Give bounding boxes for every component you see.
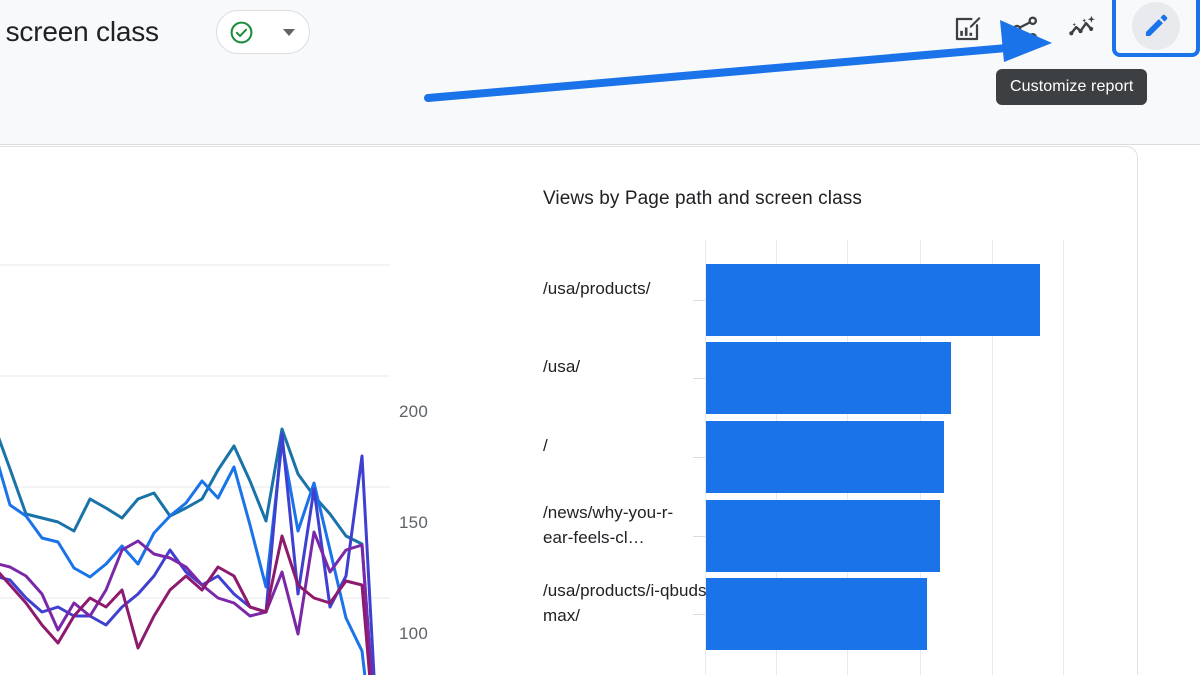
bar[interactable] bbox=[706, 578, 927, 650]
tooltip-customize-report: Customize report bbox=[996, 69, 1148, 105]
line-chart-panel: s 200 150 100 50 bbox=[0, 147, 470, 675]
bar-chart-plot: /usa/products/ /usa/ / /news/why-you‑r-e… bbox=[540, 240, 1100, 675]
bar-label: /usa/ bbox=[543, 357, 581, 376]
bar-tick bbox=[693, 300, 705, 301]
y-axis-tick-100: 100 bbox=[399, 624, 428, 643]
bar-tick bbox=[693, 536, 705, 537]
page-title: l screen class bbox=[0, 16, 159, 47]
bar-chart-panel: Views by Page path and screen class /usa… bbox=[540, 180, 1100, 675]
bar-label: / bbox=[543, 436, 548, 455]
chevron-down-icon[interactable] bbox=[283, 28, 295, 36]
bar-tick bbox=[693, 457, 705, 458]
customize-report-button[interactable] bbox=[1112, 0, 1200, 59]
bar-label: /news/why-you‑r-ear-feels-cl… bbox=[543, 503, 674, 547]
bar-tick bbox=[693, 614, 705, 615]
check-circle-icon bbox=[229, 20, 254, 45]
tooltip-label: Customize report bbox=[1010, 78, 1134, 95]
y-axis-tick-150: 150 bbox=[399, 513, 428, 532]
pencil-icon[interactable] bbox=[1132, 2, 1180, 50]
share-icon[interactable] bbox=[996, 0, 1054, 58]
table-row[interactable]: /usa/products/i‑qbuds-max/ bbox=[540, 554, 1100, 664]
insights-icon[interactable] bbox=[1054, 0, 1112, 58]
screenshot-root: l screen class Customize report 200 150 … bbox=[0, 0, 1200, 675]
y-axis-tick-200: 200 bbox=[399, 402, 428, 421]
bar-tick bbox=[693, 378, 705, 379]
report-status-chip[interactable] bbox=[216, 10, 310, 54]
edit-chart-icon[interactable] bbox=[938, 0, 996, 58]
report-toolbar bbox=[938, 0, 1200, 58]
bar-label: /usa/products/ bbox=[543, 279, 651, 298]
bar-label: /usa/products/i‑qbuds-max/ bbox=[543, 581, 713, 625]
bar-chart-title: Views by Page path and screen class bbox=[543, 188, 862, 209]
